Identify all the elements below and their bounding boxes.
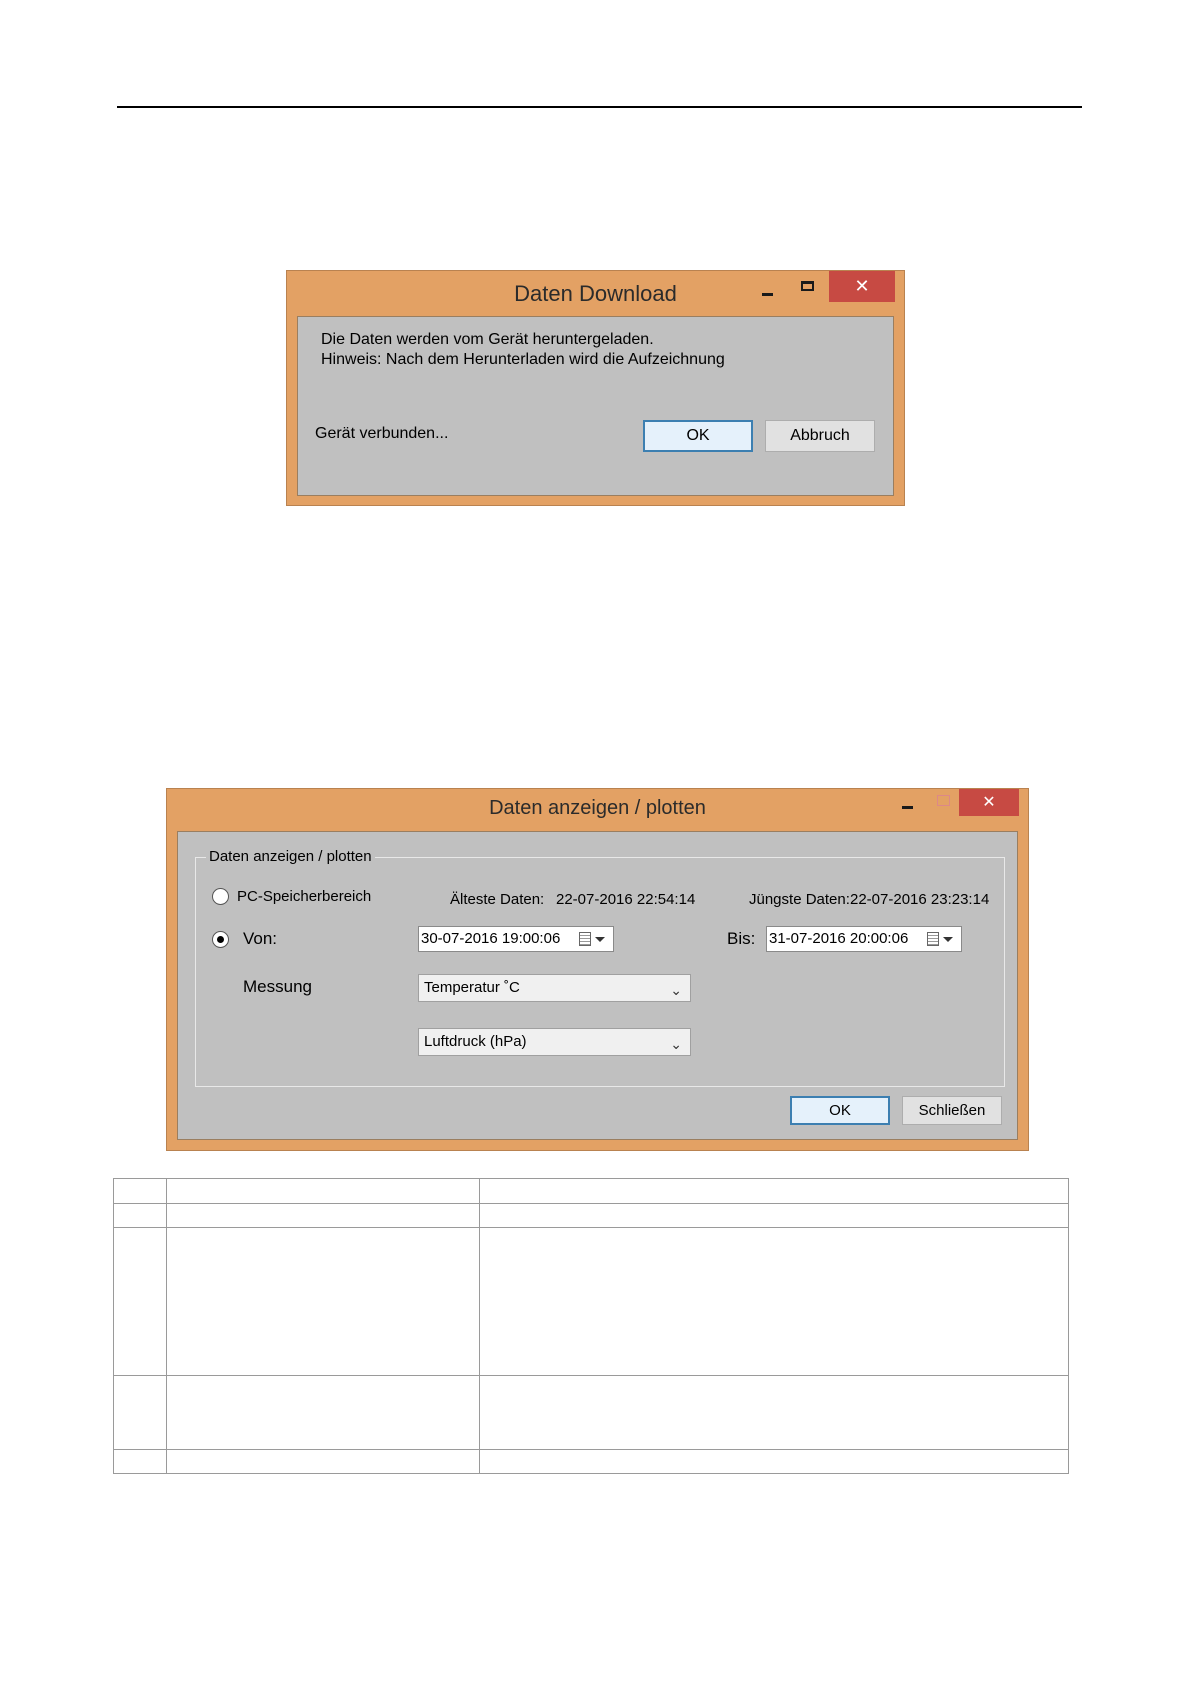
message-line-1: Die Daten werden vom Gerät heruntergelad… [321, 331, 654, 348]
table-row [113, 1227, 1069, 1376]
group-label: Daten anzeigen / plotten [206, 848, 375, 865]
table-row [113, 1203, 1069, 1228]
minimize-button[interactable] [762, 293, 773, 296]
measurement-select-1-value: Temperatur ˚C [424, 979, 520, 996]
dialog-client-area: Daten anzeigen / plotten PC-Speicherbere… [177, 831, 1018, 1140]
maximize-button[interactable] [801, 281, 814, 291]
from-date-picker[interactable]: 30-07-2016 19:00:06 [418, 926, 614, 952]
table-cell [479, 1227, 1069, 1376]
dialog-title: Daten anzeigen / plotten [489, 797, 706, 819]
to-date-value: 31-07-2016 20:00:06 [769, 930, 909, 947]
radio-selected-dot [217, 936, 224, 943]
table-cell [166, 1178, 480, 1204]
newest-data-value: 22-07-2016 23:23:14 [850, 891, 990, 908]
pc-storage-label: PC-Speicherbereich [237, 888, 372, 905]
oldest-data-label: Älteste Daten: [450, 891, 545, 908]
close-dialog-button[interactable]: Schließen [902, 1096, 1002, 1125]
calendar-icon [927, 932, 939, 946]
oldest-data-value: 22-07-2016 22:54:14 [556, 891, 696, 908]
calendar-icon [579, 932, 591, 946]
close-button[interactable]: ✕ [959, 789, 1019, 816]
from-date-value: 30-07-2016 19:00:06 [421, 930, 561, 947]
plot-options-group: Daten anzeigen / plotten PC-Speicherbere… [195, 848, 1005, 1087]
chevron-down-icon: ⌄ [670, 982, 682, 998]
newest-data-label: Jüngste Daten: [749, 891, 850, 908]
table-cell [166, 1449, 480, 1474]
table-row [113, 1449, 1069, 1474]
table-cell [113, 1178, 167, 1204]
chevron-down-icon[interactable] [595, 937, 605, 942]
maximize-button[interactable] [937, 795, 950, 806]
table-cell [113, 1227, 167, 1376]
from-radio[interactable] [212, 931, 229, 948]
table-cell [479, 1449, 1069, 1474]
chevron-down-icon: ⌄ [670, 1036, 682, 1052]
ok-button[interactable]: OK [790, 1096, 890, 1125]
from-label: Von: [243, 929, 278, 948]
table-cell [113, 1375, 167, 1450]
table-cell [479, 1203, 1069, 1228]
measurement-label: Messung [243, 977, 312, 996]
ok-button[interactable]: OK [643, 420, 753, 452]
empty-table [113, 1178, 1069, 1474]
table-cell [166, 1375, 480, 1450]
to-date-picker[interactable]: 31-07-2016 20:00:06 [766, 926, 962, 952]
chevron-down-icon[interactable] [943, 937, 953, 942]
table-cell [113, 1203, 167, 1228]
table-cell [113, 1449, 167, 1474]
connection-status: Gerät verbunden... [315, 425, 449, 442]
measurement-select-1[interactable]: Temperatur ˚C ⌄ [418, 974, 691, 1002]
table-cell [479, 1178, 1069, 1204]
close-button[interactable]: ✕ [829, 271, 895, 302]
minimize-button[interactable] [902, 806, 913, 809]
page-top-rule [117, 106, 1082, 108]
table-cell [479, 1375, 1069, 1450]
pc-storage-radio[interactable] [212, 888, 229, 905]
table-cell [166, 1227, 480, 1376]
message-line-2: Hinweis: Nach dem Herunterladen wird die… [321, 351, 725, 368]
to-label: Bis: [727, 929, 756, 948]
cancel-button[interactable]: Abbruch [765, 420, 875, 452]
table-row [113, 1375, 1069, 1450]
dialog-client-area: Die Daten werden vom Gerät heruntergelad… [297, 316, 894, 496]
data-download-dialog: Daten Download ✕ Die Daten werden vom Ge… [286, 270, 905, 506]
table-row [113, 1178, 1069, 1204]
plot-data-dialog: Daten anzeigen / plotten ✕ Daten anzeige… [166, 788, 1029, 1151]
table-cell [166, 1203, 480, 1228]
measurement-select-2-value: Luftdruck (hPa) [424, 1033, 527, 1050]
measurement-select-2[interactable]: Luftdruck (hPa) ⌄ [418, 1028, 691, 1056]
